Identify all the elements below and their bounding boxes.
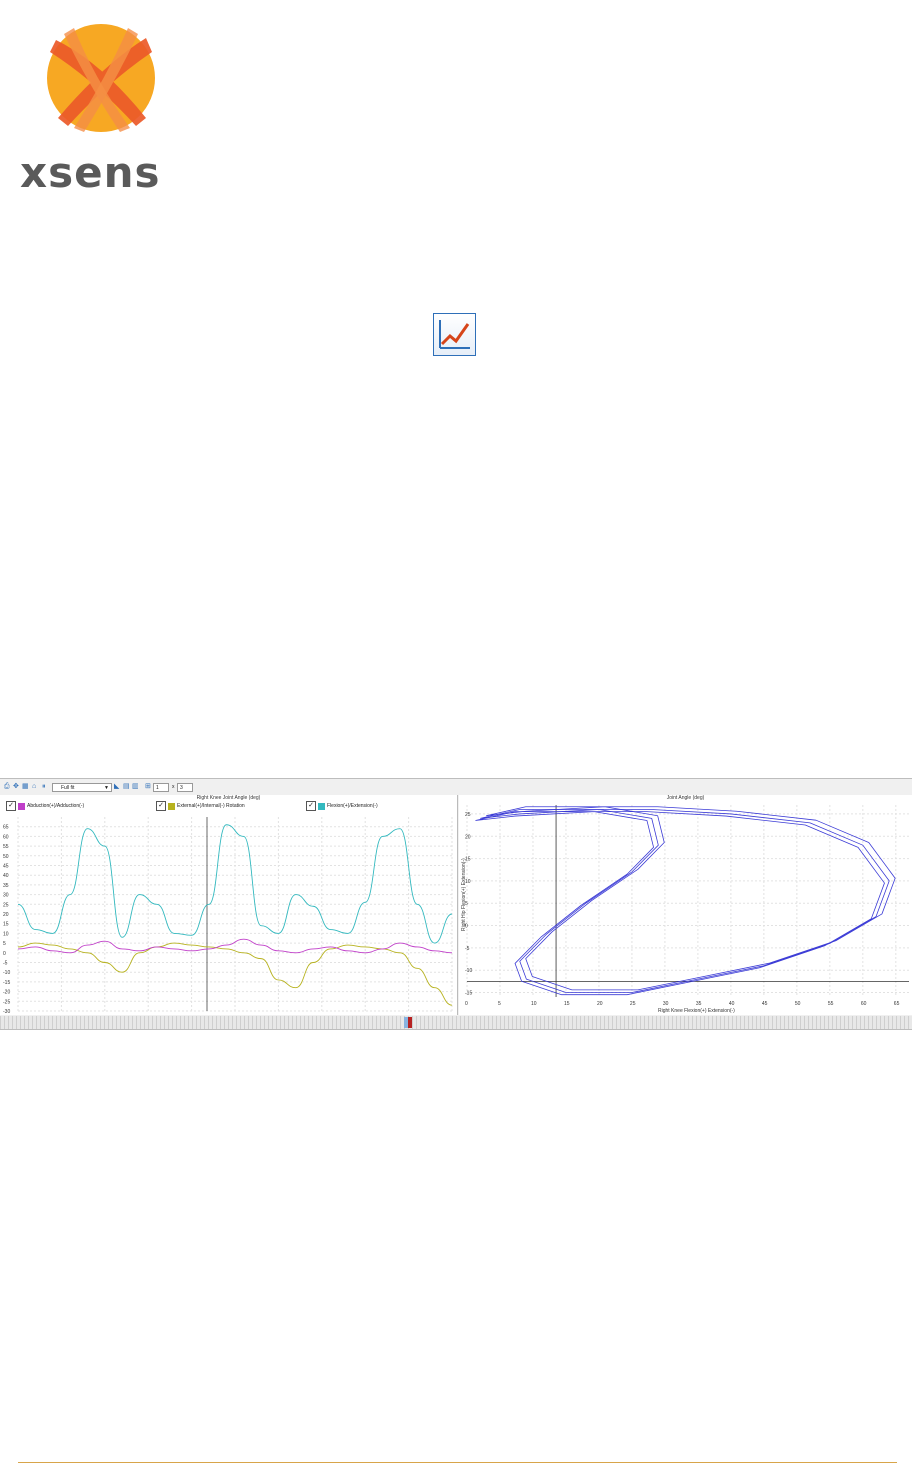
y-tick-label: -25	[3, 999, 10, 1005]
graph-toolbar: ⎙ ✥ ▦ ⌂ ⏸ Full fit ▼ ◣ ▤ ▥ ⊞ 1 x 3	[0, 781, 456, 795]
legend-swatch	[318, 802, 325, 810]
x-tick-label: 60	[861, 1001, 867, 1007]
brand-wordmark: xsens	[20, 148, 161, 197]
legend-item-abduction[interactable]: ✓ Abduction(+)/Adduction(-)	[6, 801, 84, 811]
hip-vs-knee-plot[interactable]: Joint Angle (deg) 0 5 10 15 20 25 30 35 40 45 50 55…	[459, 795, 912, 1015]
knee-joint-angle-plot[interactable]: Right Knee Joint Angle (deg) ✓ Abduction(…	[0, 795, 458, 1015]
x-tick-label: 35	[696, 1001, 702, 1007]
layout-grid-icon[interactable]: ⊞	[145, 783, 152, 790]
x-tick-label: 5	[498, 1001, 501, 1007]
rows-value: 1	[156, 785, 159, 791]
y-tick-label: 35	[3, 883, 9, 889]
y-tick-label: 10	[3, 931, 9, 937]
phase-loop	[486, 806, 896, 991]
x-tick-label: 15	[564, 1001, 570, 1007]
xsens-logo: xsens	[20, 22, 190, 194]
y-tick-label: -5	[3, 961, 8, 967]
y-tick-label: 50	[3, 854, 9, 860]
x-tick-label: 40	[729, 1001, 735, 1007]
left-plot-canvas[interactable]: 65605550454035302520151050-5-10-15-20-25…	[0, 811, 457, 1015]
graph-tool-icon[interactable]	[433, 313, 476, 356]
x-tick-label: 25	[630, 1001, 636, 1007]
printer-icon[interactable]: ⎙	[4, 783, 11, 790]
cols-spinner[interactable]: 3	[177, 783, 193, 792]
y-tick-label: 65	[3, 825, 9, 831]
y-tick-label: 5	[3, 941, 6, 947]
footer-divider	[18, 1462, 897, 1463]
x-tick-label: 20	[597, 1001, 603, 1007]
y-tick-label: 40	[3, 873, 9, 879]
y-tick-label: 30	[3, 893, 9, 899]
x-tick-label: 65	[894, 1001, 900, 1007]
zoom-select[interactable]: Full fit ▼	[52, 783, 112, 792]
pause-icon[interactable]: ⏸	[42, 783, 49, 790]
y-tick-label: 60	[3, 834, 9, 840]
y-tick-label: 15	[3, 922, 9, 928]
y-tick-label: -20	[3, 990, 10, 996]
legend-swatch	[168, 802, 175, 810]
x-axis-label: Right Knee Flexion(+) Extension(-)	[658, 1008, 735, 1014]
legend-swatch	[18, 802, 25, 810]
y-tick-label: 0	[3, 951, 6, 957]
x-tick-label: 50	[795, 1001, 801, 1007]
x-tick-label: 30	[663, 1001, 669, 1007]
y-tick-label: -10	[465, 968, 472, 974]
y-tick-label: 55	[3, 844, 9, 850]
y-tick-label: 25	[3, 902, 9, 908]
y-tick-label: 20	[3, 912, 9, 918]
checkbox-icon[interactable]: ✓	[156, 801, 166, 811]
y-tick-label: -15	[465, 991, 472, 997]
legend-item-rotation[interactable]: ✓ External(+)/Internal(-) Rotation	[156, 801, 245, 811]
checkbox-icon[interactable]: ✓	[306, 801, 316, 811]
legend-label: Abduction(+)/Adduction(-)	[27, 803, 85, 809]
pan-icon[interactable]: ✥	[13, 783, 20, 790]
chart-grid-icon[interactable]: ▦	[22, 783, 29, 790]
y-tick-label: -10	[3, 970, 10, 976]
xsens-logo-mark	[47, 24, 155, 132]
right-plot-canvas[interactable]: 0 5 10 15 20 25 30 35 40 45 50 55 60 652520151050-5-1…	[459, 801, 912, 1015]
cols-value: 3	[180, 785, 183, 791]
times-label: x	[172, 784, 175, 790]
copy-icon[interactable]: ▤	[123, 783, 130, 790]
legend-item-flexion[interactable]: ✓ Flexion(+)/Extension(-)	[306, 801, 378, 811]
export-icon[interactable]: ▥	[132, 783, 139, 790]
legend-label: External(+)/Internal(-) Rotation	[177, 803, 245, 809]
home-icon[interactable]: ⌂	[32, 783, 39, 790]
y-axis-label: Right Hip Flexion(+) Extension(-)	[461, 858, 467, 931]
y-tick-label: 20	[465, 834, 471, 840]
checkbox-icon[interactable]: ✓	[6, 801, 16, 811]
rows-spinner[interactable]: 1	[153, 783, 169, 792]
y-tick-label: 25	[465, 812, 471, 818]
y-tick-label: -15	[3, 980, 10, 986]
x-tick-label: 10	[531, 1001, 537, 1007]
graph-window: ⎙ ✥ ▦ ⌂ ⏸ Full fit ▼ ◣ ▤ ▥ ⊞ 1 x 3 Right…	[0, 778, 912, 1030]
y-tick-label: -5	[465, 946, 470, 952]
timeline-bar[interactable]	[0, 1016, 912, 1029]
phase-loop	[480, 809, 890, 993]
y-tick-label: 45	[3, 864, 9, 870]
zoom-select-value: Full fit	[61, 785, 75, 791]
chart-type-icon[interactable]: ◣	[114, 783, 121, 790]
chevron-down-icon: ▼	[104, 785, 109, 791]
legend-label: Flexion(+)/Extension(-)	[327, 803, 378, 809]
x-tick-label: 0	[465, 1001, 468, 1007]
y-tick-label: -30	[3, 1009, 10, 1015]
x-tick-label: 45	[762, 1001, 768, 1007]
timeline-playhead[interactable]	[408, 1017, 412, 1028]
x-tick-label: 55	[828, 1001, 834, 1007]
